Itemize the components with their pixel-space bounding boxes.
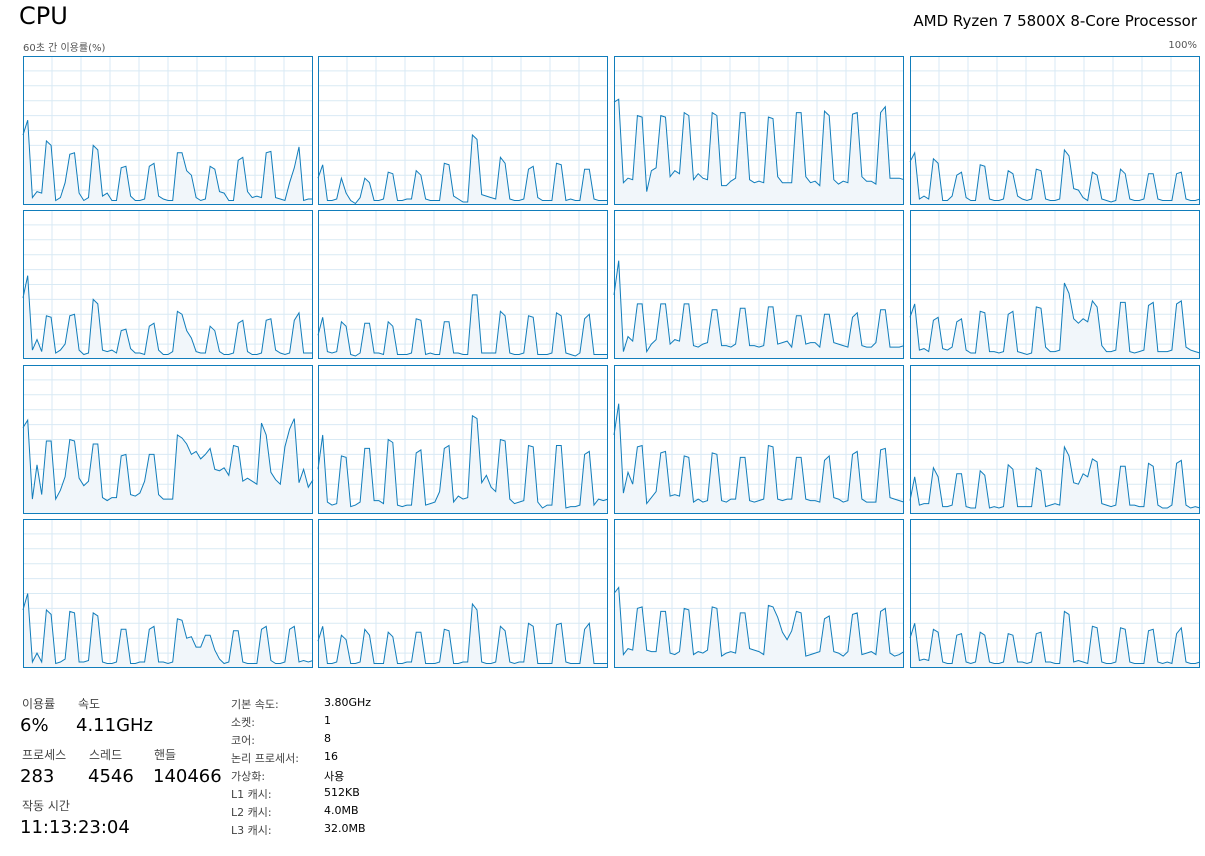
info-value-sockets: 1	[324, 714, 331, 727]
info-value-virtualization: 사용	[324, 770, 345, 783]
threads-value: 4546	[88, 766, 134, 787]
info-value-l3-cache: 32.0MB	[324, 822, 366, 835]
uptime-value: 11:13:23:04	[20, 817, 130, 838]
info-label-l2-cache: L2 캐시:	[231, 806, 272, 819]
info-value-l2-cache: 4.0MB	[324, 804, 359, 817]
cpu-graph-5[interactable]	[317, 210, 608, 359]
speed-value: 4.11GHz	[76, 715, 154, 736]
processes-label: 프로세스	[22, 748, 67, 762]
utilization-label: 이용률	[22, 697, 56, 711]
threads-label: 스레드	[89, 748, 123, 762]
cpu-graph-3[interactable]	[909, 56, 1201, 205]
cpu-graph-10[interactable]	[613, 365, 905, 514]
info-value-l1-cache: 512KB	[324, 786, 360, 799]
cpu-graph-8[interactable]	[22, 365, 314, 514]
cpu-graph-9[interactable]	[317, 365, 609, 514]
uptime-label: 작동 시간	[22, 799, 70, 813]
cpu-graph-7[interactable]	[909, 210, 1201, 359]
cpu-graph-14[interactable]	[613, 519, 905, 668]
processes-value: 283	[20, 766, 55, 787]
cpu-graph-1[interactable]	[317, 56, 608, 205]
utilization-value: 6%	[20, 715, 49, 736]
cpu-graph-6[interactable]	[613, 210, 905, 359]
cpu-graph-15[interactable]	[909, 519, 1201, 668]
cpu-graph-0[interactable]	[22, 56, 313, 205]
info-label-sockets: 소켓:	[231, 716, 255, 729]
info-value-logical-processors: 16	[324, 750, 338, 763]
handles-label: 핸들	[154, 748, 177, 762]
info-label-logical-processors: 논리 프로세서:	[231, 752, 299, 765]
info-label-l3-cache: L3 캐시:	[231, 824, 272, 837]
cpu-graph-11[interactable]	[909, 365, 1201, 514]
info-label-virtualization: 가상화:	[231, 770, 266, 783]
cpu-graph-2[interactable]	[613, 56, 905, 205]
cpu-graph-13[interactable]	[317, 519, 608, 668]
speed-label: 속도	[78, 697, 101, 711]
info-value-cores: 8	[324, 732, 331, 745]
handles-value: 140466	[153, 766, 222, 787]
cpu-graph-4[interactable]	[22, 210, 313, 359]
info-label-base-speed: 기본 속도:	[231, 698, 279, 711]
cpu-graph-12[interactable]	[22, 519, 314, 668]
info-label-l1-cache: L1 캐시:	[231, 788, 272, 801]
info-label-cores: 코어:	[231, 734, 255, 747]
info-value-base-speed: 3.80GHz	[324, 696, 372, 709]
logical-processor-graphs[interactable]	[0, 0, 1205, 680]
